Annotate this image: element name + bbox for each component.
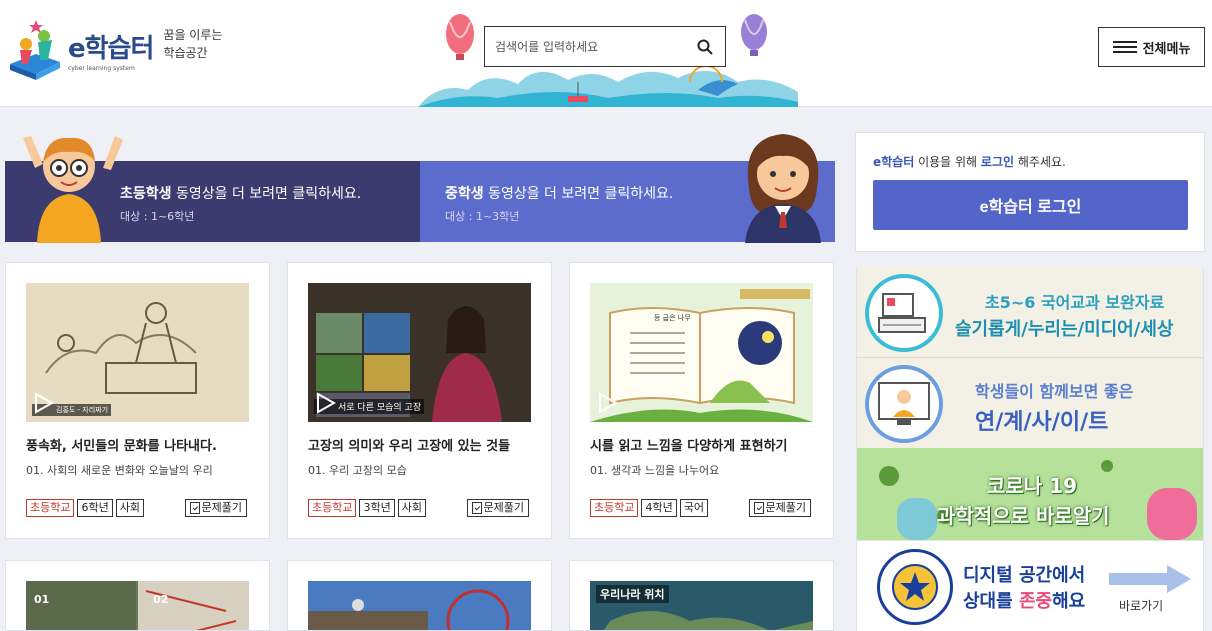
login-message-mid: 이용을 위해 [914, 155, 981, 169]
quiz-label: 문제풀기 [201, 501, 242, 514]
logo-mark-icon [6, 18, 64, 80]
monitor-person-icon [865, 365, 943, 443]
keyboard-icon [865, 274, 943, 352]
girl-character-icon [735, 128, 831, 243]
middle-banner-title-bold: 중학생 [445, 186, 484, 202]
play-icon[interactable] [314, 392, 337, 414]
logo-name: e학습터 [68, 34, 154, 64]
lesson-title[interactable]: 시를 읽고 느낌을 다양하게 표현하기 [590, 435, 788, 454]
search-icon[interactable] [695, 37, 715, 57]
promo-2-line-1: 학생들이 함께보면 좋은 [975, 382, 1134, 401]
tag-school: 초등학교 [590, 499, 639, 517]
slogan-line-2: 학습공간 [163, 46, 208, 60]
site-header: e학습터 cyber learning system 꿈을 이루는 학습공간 검… [0, 0, 1212, 107]
promo-linked-sites[interactable]: 학생들이 함께보면 좋은 연/계/사/이/트 [856, 357, 1204, 448]
login-button[interactable]: e학습터 로그인 [873, 180, 1188, 230]
promo-2-line-2: 연/계/사/이/트 [975, 410, 1109, 435]
promo-3-line-2: 과학적으로 바로알기 [937, 504, 1110, 528]
lesson-card[interactable] [287, 560, 552, 631]
promo-digital-respect[interactable]: 디지털 공간에서 상대를 존중해요 바로가기 [856, 540, 1204, 631]
tag-subject: 국어 [679, 499, 708, 517]
promo-4-line-2: 상대를 존중해요 [963, 587, 1085, 613]
lesson-thumbnail[interactable]: 서로 다른 모습의 고장 [308, 283, 531, 422]
lesson-thumbnail[interactable]: 등 굽은 나무 [590, 283, 813, 422]
lesson-card[interactable]: 우리나라 위치 [569, 560, 834, 631]
boy-character-icon [17, 128, 127, 243]
tag-school: 초등학교 [308, 499, 357, 517]
quiz-button[interactable]: 문제풀기 [748, 499, 811, 517]
lesson-thumbnail[interactable]: 김홍도 - 자리짜기 [26, 283, 249, 422]
lesson-title[interactable]: 풍속화, 서민들의 문화를 나타내다. [26, 435, 217, 454]
balloon-purple-icon [741, 14, 767, 56]
play-icon[interactable] [32, 392, 55, 414]
search-box [484, 26, 726, 67]
slogan-line-1: 꿈을 이루는 [163, 28, 223, 42]
lesson-unit: 01. 생각과 느낌을 나누어요 [590, 464, 720, 477]
lesson-thumbnail[interactable]: 01 02 [26, 581, 249, 630]
tag-grade: 4학년 [641, 499, 677, 517]
tag-grade: 3학년 [359, 499, 395, 517]
thumb-caption: 우리나라 위치 [596, 585, 669, 603]
all-menu-button[interactable]: 전체메뉴 [1098, 27, 1205, 67]
lesson-tags: 초등학교 3학년 사회 [308, 499, 426, 517]
quiz-icon [753, 502, 764, 514]
lesson-card[interactable]: 서로 다른 모습의 고장 고장의 의미와 우리 고장에 있는 것들 01. 우리… [287, 262, 552, 539]
police-emblem-icon [877, 549, 953, 625]
logo-subtitle: cyber learning system [68, 65, 135, 72]
quiz-icon [471, 502, 482, 514]
middle-banner-title-rest: 동영상을 더 보려면 클릭하세요. [483, 186, 674, 202]
lesson-title[interactable]: 고장의 의미와 우리 고장에 있는 것들 [308, 435, 510, 454]
lesson-tags: 초등학교 4학년 국어 [590, 499, 708, 517]
quiz-label: 문제풀기 [483, 501, 524, 514]
middle-banner-target: 대상 : 1~3학년 [445, 210, 520, 223]
play-icon[interactable] [596, 392, 619, 414]
quiz-icon [189, 502, 200, 514]
tag-subject: 사회 [397, 499, 426, 517]
elementary-banner-title-rest: 동영상을 더 보려면 클릭하세요. [171, 186, 362, 202]
quiz-button[interactable]: 문제풀기 [466, 499, 529, 517]
login-message: e학습터 이용을 위해 로그인 해주세요. [873, 153, 1066, 170]
thumb-caption: 등 굽은 나무 [654, 314, 691, 322]
logo-slogan: 꿈을 이루는 학습공간 [163, 26, 222, 62]
lesson-tags: 초등학교 6학년 사회 [26, 499, 144, 517]
tag-subject: 사회 [115, 499, 144, 517]
all-menu-label: 전체메뉴 [1142, 41, 1191, 57]
login-message-link: 로그인 [980, 155, 1015, 169]
tag-grade: 6학년 [77, 499, 113, 517]
go-link[interactable]: 바로가기 [1119, 597, 1163, 614]
search-input[interactable] [495, 39, 695, 54]
tag-school: 초등학교 [26, 499, 75, 517]
quiz-label: 문제풀기 [765, 501, 806, 514]
video-banner: 초등학생 동영상을 더 보려면 클릭하세요. 대상 : 1~6학년 중학생 동영… [5, 128, 835, 243]
lesson-card[interactable]: 등 굽은 나무 시를 읽고 느낌을 다양하게 표현하기 01. 생각과 느낌을 … [569, 262, 834, 539]
thumb-caption: 01 02 [34, 593, 169, 606]
arrow-right-icon [1109, 565, 1191, 597]
login-panel: e학습터 이용을 위해 로그인 해주세요. e학습터 로그인 [855, 132, 1205, 252]
middle-banner-title: 중학생 동영상을 더 보려면 클릭하세요. [445, 183, 673, 203]
site-logo[interactable]: e학습터 cyber learning system 꿈을 이루는 학습공간 [6, 18, 222, 80]
balloon-red-icon [446, 14, 474, 60]
elementary-banner-title: 초등학생 동영상을 더 보려면 클릭하세요. [120, 183, 361, 203]
promo-1-line-1: 초5~6 국어교과 보완자료 [985, 293, 1165, 312]
promo-1-line-2: 슬기롭게/누리는/미디어/세상 [955, 319, 1174, 340]
elementary-banner-target: 대상 : 1~6학년 [120, 210, 195, 223]
promo-covid-science[interactable]: 코로나 19 과학적으로 바로알기 [856, 448, 1204, 540]
promo-4-highlight: 존중 [1018, 591, 1053, 612]
lesson-unit: 01. 사회의 새로운 변화와 오늘날의 우리 [26, 464, 213, 477]
quiz-button[interactable]: 문제풀기 [184, 499, 247, 517]
promo-media-literacy[interactable]: 초5~6 국어교과 보완자료 슬기롭게/누리는/미디어/세상 [856, 267, 1204, 357]
promo-4-line-2-text: 상대를 존중해요 [963, 591, 1086, 612]
promo-4-line-1: 디지털 공간에서 [963, 565, 1086, 586]
login-message-brand: e학습터 [873, 155, 915, 169]
lesson-card[interactable]: 김홍도 - 자리짜기 풍속화, 서민들의 문화를 나타내다. 01. 사회의 새… [5, 262, 270, 539]
login-message-end: 해주세요. [1014, 155, 1066, 169]
lesson-thumbnail[interactable]: 우리나라 위치 [590, 581, 813, 630]
lesson-thumbnail[interactable] [308, 581, 531, 630]
lesson-card[interactable]: 01 02 [5, 560, 270, 631]
elementary-banner-title-bold: 초등학생 [120, 186, 172, 202]
hamburger-icon [1112, 41, 1137, 53]
lesson-unit: 01. 우리 고장의 모습 [308, 464, 407, 477]
promo-3-line-1: 코로나 19 [987, 474, 1077, 498]
